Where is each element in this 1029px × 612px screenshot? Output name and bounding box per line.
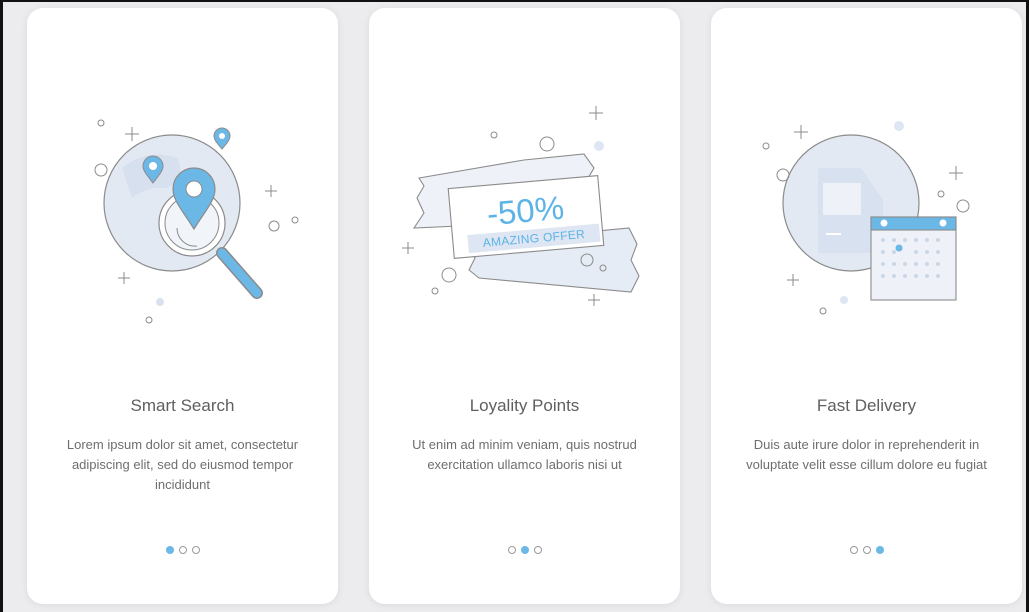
page-dot[interactable] — [862, 546, 871, 554]
page-dot-active[interactable] — [520, 546, 529, 554]
pagination-dots — [369, 546, 680, 554]
page-dot[interactable] — [533, 546, 542, 554]
page-dot[interactable] — [507, 546, 516, 554]
pagination-dots — [27, 546, 338, 554]
coupon-icon: -50% AMAZING OFFER — [402, 106, 640, 306]
card-title: Fast Delivery — [816, 396, 917, 415]
card-description: Ut enim ad minim veniam, quis nostrud ex… — [412, 437, 637, 472]
card-title: Loyality Points — [469, 396, 580, 415]
onboarding-card-loyalty-points: -50% AMAZING OFFER Loyality Points Ut en… — [369, 8, 680, 604]
page-dot-active[interactable] — [165, 546, 174, 554]
card-description: Lorem ipsum dolor sit amet, consectetur … — [66, 437, 299, 492]
page-dot-active[interactable] — [875, 546, 884, 554]
offer-percent: -50% — [485, 189, 565, 233]
delivery-calendar-icon — [762, 121, 970, 315]
map-search-icon — [94, 119, 299, 324]
page-dot[interactable] — [849, 546, 858, 554]
pagination-dots — [711, 546, 1022, 554]
card-title: Smart Search — [130, 396, 235, 415]
onboarding-card-fast-delivery: Fast Delivery Duis aute irure dolor in r… — [711, 8, 1022, 604]
card-description: Duis aute irure dolor in reprehenderit i… — [746, 437, 987, 472]
onboarding-card-smart-search: Smart Search Lorem ipsum dolor sit amet,… — [27, 8, 338, 604]
page-dot[interactable] — [191, 546, 200, 554]
page-dot[interactable] — [178, 546, 187, 554]
